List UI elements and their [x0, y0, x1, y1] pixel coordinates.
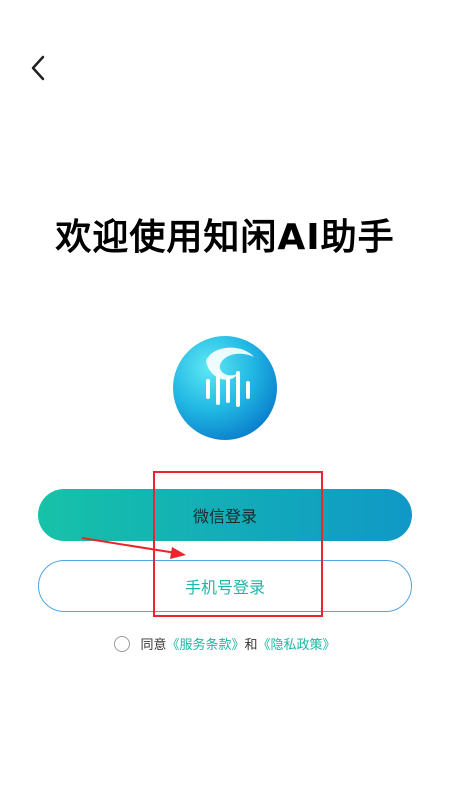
phone-login-label: 手机号登录 [184, 578, 265, 597]
welcome-title: 欢迎使用知闲AI助手 [55, 217, 395, 258]
app-logo-icon [172, 335, 278, 441]
agreement-checkbox[interactable] [114, 635, 131, 652]
service-terms-link[interactable]: 《服务条款》 [166, 634, 244, 653]
chevron-left-icon [31, 55, 45, 81]
phone-login-button[interactable]: 手机号登录 [38, 560, 412, 612]
agreement-connector: 和 [244, 638, 258, 653]
wechat-login-label: 微信登录 [192, 507, 257, 526]
privacy-policy-link[interactable]: 《隐私政策》 [258, 634, 336, 653]
wechat-login-button[interactable]: 微信登录 [38, 489, 412, 541]
agreement-row: 同意 《服务条款》 和 《隐私政策》 [0, 634, 450, 653]
back-button[interactable] [22, 52, 54, 84]
agreement-prefix: 同意 [140, 638, 167, 653]
